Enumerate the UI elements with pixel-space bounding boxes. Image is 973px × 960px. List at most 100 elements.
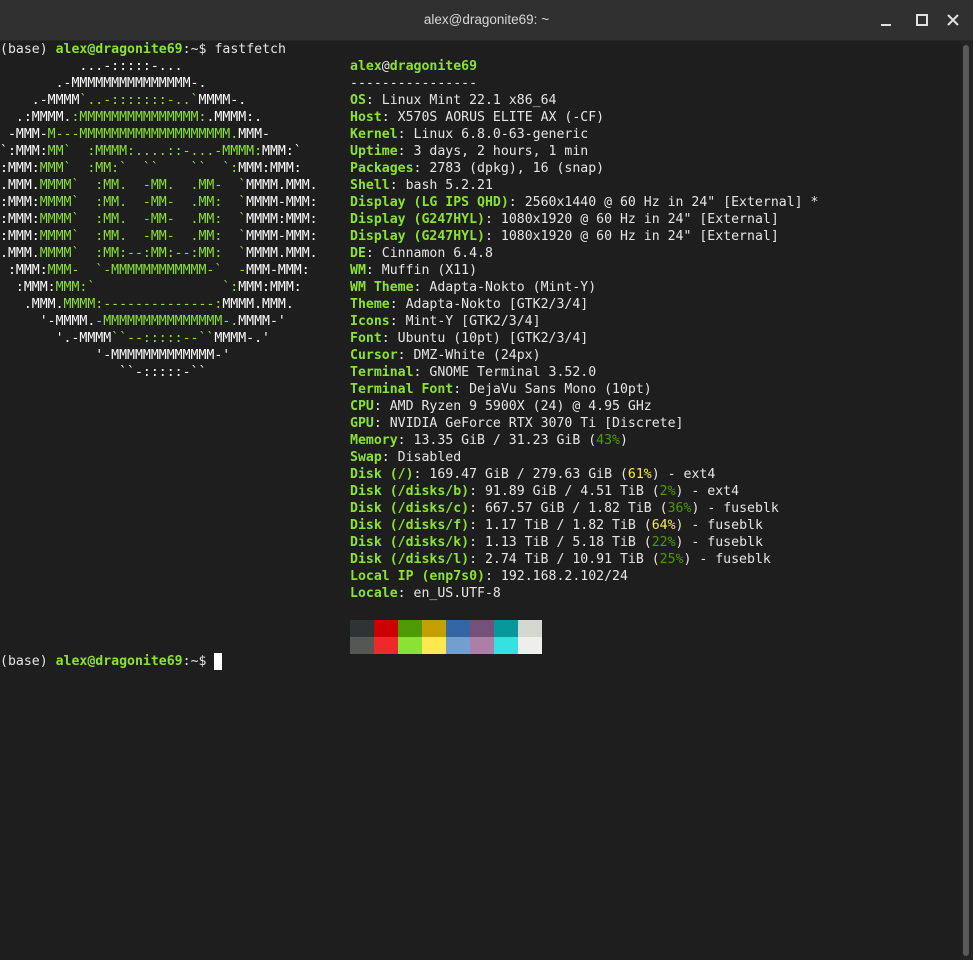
info-user: alex [350, 59, 382, 74]
info-key: Disk (/) [350, 467, 414, 482]
logo-line: .-MMMM`..-:::::::-..`MMMM-. [0, 92, 246, 109]
info-value: 1080x1920 @ 60 Hz in 24" [External] [500, 229, 779, 244]
color-swatch [470, 620, 494, 637]
info-value: ) [619, 433, 628, 448]
logo-line: '.-MMMM``--:::::--``MMMM-.' [0, 330, 270, 347]
info-key: Disk (/disks/k) [350, 535, 470, 550]
info-row: CPU: AMD Ryzen 9 5900X (24) @ 4.95 GHz [350, 399, 652, 414]
logo-line: .MMM.MMMM` :MM. -MM. .MM- `MMMM.MMM. [0, 177, 318, 194]
info-row: WM Theme: Adapta-Nokto (Mint-Y) [350, 280, 597, 295]
info-key: Display (LG IPS QHD) [350, 195, 509, 210]
info-value: 3 days, 2 hours, 1 min [413, 144, 589, 159]
info-row: Terminal: GNOME Terminal 3.52.0 [350, 365, 597, 380]
terminal-window: alex@dragonite69: ~ (base) alex@dragonit… [0, 0, 973, 960]
info-key: Local IP (enp7s0) [350, 569, 485, 584]
logo-segment: :MMM: [0, 263, 48, 278]
logo-segment: MMMM-. [198, 93, 247, 108]
info-value: DejaVu Sans Mono (10pt) [469, 382, 652, 397]
info-key: Terminal [350, 365, 414, 380]
logo-segment: .-MMMMMMMMMMMMMMM-. [0, 76, 207, 91]
scrollbar-thumb[interactable] [963, 45, 969, 956]
info-key: Locale [350, 586, 398, 601]
logo-segment: MMM:` [262, 144, 302, 159]
info-row: Local IP (enp7s0): 192.168.2.102/24 [350, 569, 628, 584]
info-separator: ---------------- [350, 76, 478, 91]
info-value: 1080x1920 @ 60 Hz in 24" [External] [500, 212, 779, 227]
text-cursor [214, 653, 222, 670]
info-key: Disk (/disks/c) [350, 501, 470, 516]
info-value: 2783 (dpkg), 16 (snap) [429, 161, 605, 176]
info-row: Kernel: Linux 6.8.0-63-generic [350, 127, 589, 142]
logo-line: :MMM:MMMM` :MM. -MM- .MM: `MMMM-MMM: [0, 194, 318, 211]
logo-segment: M---MMMMMMMMMMMMMMMMMMM. [47, 127, 239, 142]
info-at: @ [381, 59, 390, 74]
info-row: Shell: bash 5.2.21 [350, 178, 493, 193]
scrollbar[interactable] [961, 41, 973, 960]
info-key: WM [350, 263, 366, 278]
info-key: Uptime [350, 144, 398, 159]
terminal-output[interactable]: (base) alex@dragonite69:~$ fastfetch ...… [0, 41, 961, 960]
color-swatch [470, 637, 494, 654]
info-key: Theme [350, 297, 390, 312]
title-bar[interactable]: alex@dragonite69: ~ [0, 0, 973, 41]
color-swatch [518, 637, 542, 654]
logo-segment: :MMM: [0, 161, 40, 176]
minimize-button[interactable] [877, 11, 895, 29]
info-key: GPU [350, 416, 374, 431]
logo-segment: MMM- [238, 127, 270, 142]
info-row: WM: Muffin (X11) [350, 263, 478, 278]
logo-segment: MMMM` :MM. -MM- .MM: ` [39, 195, 247, 210]
color-swatch [398, 620, 422, 637]
logo-segment: MMMM` :MM. -MM- .MM: ` [39, 212, 247, 227]
info-key: Icons [350, 314, 390, 329]
info-key: Disk (/disks/f) [350, 518, 470, 533]
info-value: 667.57 GiB / 1.82 TiB ( [484, 501, 668, 516]
info-row: Cursor: DMZ-White (24px) [350, 348, 541, 363]
logo-line: ``-:::::-`` [0, 364, 206, 381]
info-value: 2.74 TiB / 10.91 TiB ( [484, 552, 660, 567]
color-swatch [374, 620, 398, 637]
logo-segment: '.-MMMM [0, 331, 112, 346]
color-swatch [422, 620, 446, 637]
command-line: (base) alex@dragonite69:~$ fastfetch [0, 41, 286, 58]
color-swatch [350, 620, 374, 637]
info-key: Display (G247HYL) [350, 212, 485, 227]
info-value: 64% [651, 518, 676, 533]
logo-segment: MM` :MMMM:....::-...-MMMM: [47, 144, 263, 159]
info-value: NVIDIA GeForce RTX 3070 Ti [Discrete] [389, 416, 684, 431]
info-value: en_US.UTF-8 [413, 586, 501, 601]
logo-segment: MMM:MMM: [238, 161, 302, 176]
logo-segment: .MMM. [0, 246, 40, 261]
info-key: WM Theme [350, 280, 414, 295]
info-row: Uptime: 3 days, 2 hours, 1 min [350, 144, 589, 159]
logo-line: :MMM:MMM- `-MMMMMMMMMMMM-` -MMM-MMM: [0, 262, 310, 279]
logo-segment: MMM` :MM:` `` `` `: [39, 161, 239, 176]
color-swatch [446, 620, 470, 637]
info-key: Disk (/disks/b) [350, 484, 470, 499]
info-row: DE: Cinnamon 6.4.8 [350, 246, 493, 261]
info-key: DE [350, 246, 366, 261]
info-row: GPU: NVIDIA GeForce RTX 3070 Ti [Discret… [350, 416, 684, 431]
info-value: Linux 6.8.0-63-generic [413, 127, 589, 142]
info-row: Host: X570S AORUS ELITE AX (-CF) [350, 110, 605, 125]
logo-line: :MMM:MMM` :MM:` `` `` `:MMM:MMM: [0, 160, 302, 177]
logo-line: '-MMMM.-MMMMMMMMMMMMMMM-.MMMM-' [0, 313, 286, 330]
logo-segment: MMMM.MMM. [246, 178, 318, 193]
info-value: 1.17 TiB / 1.82 TiB ( [484, 518, 652, 533]
prompt-path: :~ [182, 654, 199, 669]
color-swatch [494, 637, 518, 654]
info-value: Ubuntu (10pt) [GTK2/3/4] [397, 331, 589, 346]
color-swatch [494, 620, 518, 637]
logo-segment: MMMM.MMM. [246, 246, 318, 261]
info-row: Disk (/): 169.47 GiB / 279.63 GiB (61%) … [350, 467, 716, 482]
logo-segment: :MMM: [0, 229, 40, 244]
close-button[interactable] [944, 11, 962, 29]
info-value: ) - fuseblk [683, 552, 771, 567]
logo-line: -MMM-M---MMMMMMMMMMMMMMMMMMM.MMM- [0, 126, 270, 143]
info-row: Display (G247HYL): 1080x1920 @ 60 Hz in … [350, 229, 779, 244]
info-row: Font: Ubuntu (10pt) [GTK2/3/4] [350, 331, 589, 346]
maximize-button[interactable] [913, 11, 931, 29]
logo-segment: `:MMM: [0, 144, 48, 159]
color-swatch [398, 637, 422, 654]
info-row: Disk (/disks/l): 2.74 TiB / 10.91 TiB (2… [350, 552, 771, 567]
